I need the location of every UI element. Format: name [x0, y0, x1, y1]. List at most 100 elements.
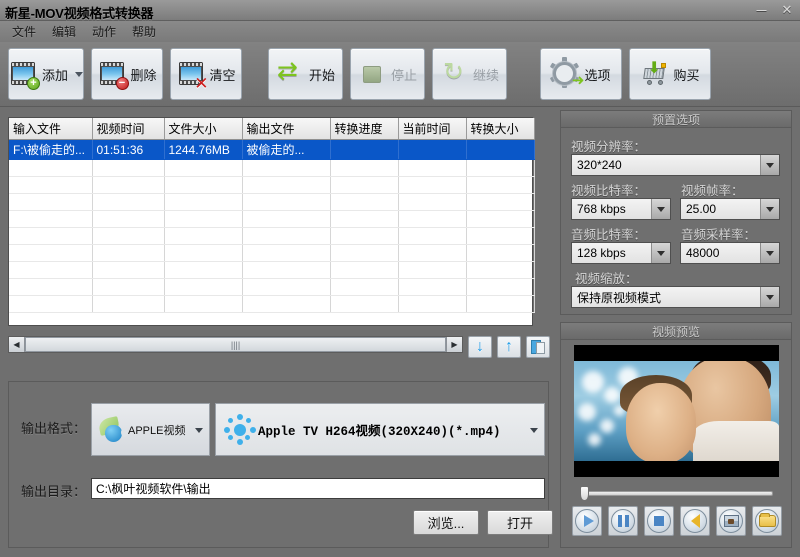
- pause-button[interactable]: [608, 506, 638, 536]
- table-row[interactable]: .: [9, 159, 535, 177]
- stop-button[interactable]: 停止: [350, 48, 425, 100]
- format-category-dropdown[interactable]: APPLE视频: [91, 403, 210, 456]
- file-list-scrollbar[interactable]: ◀ |||| ▶: [8, 336, 463, 353]
- stop-square-icon: [358, 59, 388, 89]
- menu-edit[interactable]: 编辑: [44, 21, 84, 42]
- column-header-current-time[interactable]: 当前时间: [398, 118, 467, 140]
- menu-file[interactable]: 文件: [4, 21, 44, 42]
- delete-button[interactable]: − 删除: [91, 48, 163, 100]
- close-icon[interactable]: ✕: [778, 2, 796, 18]
- column-header-output-file[interactable]: 输出文件: [242, 118, 331, 140]
- pause-icon: [611, 509, 635, 533]
- file-list-table: 输入文件 视频时间 文件大小 输出文件 转换进度 当前时间 转换大小 F:\被偷…: [9, 118, 535, 313]
- cell-output-file: 被偷走的...: [242, 139, 331, 160]
- table-row[interactable]: .: [9, 261, 535, 279]
- buy-button[interactable]: ⬇ 购买: [629, 48, 711, 100]
- volume-button[interactable]: [680, 506, 710, 536]
- file-list[interactable]: 输入文件 视频时间 文件大小 输出文件 转换进度 当前时间 转换大小 F:\被偷…: [8, 117, 535, 326]
- table-row[interactable]: .: [9, 193, 535, 211]
- minimize-button[interactable]: —: [752, 2, 770, 18]
- cell-video-time: 01:51:36: [92, 139, 165, 160]
- table-row[interactable]: F:\被偷走的... 01:51:36 1244.76MB 被偷走的...: [9, 139, 535, 160]
- chevron-down-icon[interactable]: [760, 199, 779, 219]
- chevron-down-icon[interactable]: [651, 199, 670, 219]
- move-up-button[interactable]: ↑: [497, 336, 521, 358]
- chevron-down-icon[interactable]: [760, 155, 779, 175]
- audio-bitrate-dropdown[interactable]: 128 kbps: [571, 242, 671, 264]
- move-down-button[interactable]: ↓: [468, 336, 492, 358]
- list-tool-buttons: ↓ ↑: [468, 336, 550, 358]
- chevron-down-icon[interactable]: [760, 243, 779, 263]
- shopping-cart-icon: ⬇: [640, 59, 670, 89]
- table-row[interactable]: .: [9, 176, 535, 194]
- column-header-converted-size[interactable]: 转换大小: [466, 118, 535, 140]
- scroll-right-icon[interactable]: ▶: [446, 337, 462, 352]
- stop-icon: [647, 509, 671, 533]
- arrow-down-icon: ↓: [476, 338, 484, 355]
- options-button[interactable]: ➜ 选项: [540, 48, 622, 100]
- continue-button[interactable]: ↻ 继续: [432, 48, 507, 100]
- column-header-input-file[interactable]: 输入文件: [9, 118, 93, 140]
- video-bitrate-dropdown[interactable]: 768 kbps: [571, 198, 671, 220]
- scrollbar-track[interactable]: ||||: [25, 337, 446, 352]
- table-row[interactable]: .: [9, 227, 535, 245]
- column-header-video-time[interactable]: 视频时间: [92, 118, 165, 140]
- chevron-down-icon[interactable]: [760, 287, 779, 307]
- menu-action[interactable]: 动作: [84, 21, 124, 42]
- open-folder-button[interactable]: [752, 506, 782, 536]
- apple-video-icon: [96, 415, 128, 444]
- browse-button[interactable]: 浏览...: [413, 510, 479, 535]
- menu-help[interactable]: 帮助: [124, 21, 164, 42]
- chevron-down-icon[interactable]: [530, 427, 538, 433]
- options-button-label: 选项: [584, 67, 611, 83]
- seek-thumb[interactable]: [580, 486, 589, 501]
- gear-icon: ➜: [550, 57, 584, 89]
- buy-button-label: 购买: [673, 67, 700, 83]
- video-scaling-value: 保持原视频模式: [577, 290, 662, 305]
- open-folder-button[interactable]: 打开: [487, 510, 553, 535]
- table-row[interactable]: .: [9, 295, 535, 313]
- column-header-file-size[interactable]: 文件大小: [164, 118, 243, 140]
- chevron-down-icon[interactable]: [75, 71, 84, 77]
- add-button[interactable]: + 添加: [8, 48, 84, 100]
- conversion-dots-icon: [222, 412, 258, 448]
- format-profile-dropdown[interactable]: Apple TV H264视频(320X240)(*.mp4): [215, 403, 545, 456]
- video-preview-panel: 视频预览: [560, 322, 792, 548]
- copy-button[interactable]: [526, 336, 550, 358]
- delete-button-label: 删除: [130, 67, 157, 83]
- chevron-down-icon[interactable]: [651, 243, 670, 263]
- start-button[interactable]: ⇄ 开始: [268, 48, 343, 100]
- chevron-down-icon[interactable]: [195, 427, 203, 433]
- stop-button[interactable]: [644, 506, 674, 536]
- format-profile-value: Apple TV H264视频(320X240)(*.mp4): [258, 425, 501, 439]
- sample-rate-dropdown[interactable]: 48000: [680, 242, 780, 264]
- table-row[interactable]: .: [9, 278, 535, 296]
- application-window: 新星-MOV视频格式转换器 — ✕ 文件 编辑 动作 帮助 + 添加 − 删除 …: [0, 0, 800, 557]
- output-directory-input[interactable]: [91, 478, 545, 499]
- scrollbar-thumb[interactable]: ||||: [25, 337, 446, 352]
- column-header-progress[interactable]: 转换进度: [330, 118, 399, 140]
- video-preview-frame[interactable]: [574, 345, 779, 477]
- continue-button-label: 继续: [473, 67, 500, 83]
- file-list-header-row: 输入文件 视频时间 文件大小 输出文件 转换进度 当前时间 转换大小: [9, 118, 535, 140]
- menu-bar: 文件 编辑 动作 帮助: [0, 21, 800, 42]
- table-row[interactable]: .: [9, 210, 535, 228]
- window-title: 新星-MOV视频格式转换器: [5, 6, 154, 21]
- video-seek-slider[interactable]: [574, 486, 779, 501]
- clear-button[interactable]: ✕ 清空: [170, 48, 242, 100]
- scroll-left-icon[interactable]: ◀: [9, 337, 25, 352]
- output-format-label: 输出格式：: [21, 421, 87, 436]
- video-bitrate-value: 768 kbps: [577, 202, 626, 216]
- play-button[interactable]: [572, 506, 602, 536]
- convert-arrows-icon: ⇄: [277, 57, 298, 85]
- cell-converted-size: [466, 139, 535, 160]
- seek-track[interactable]: [580, 491, 773, 496]
- speaker-icon: [683, 509, 707, 533]
- frame-rate-dropdown[interactable]: 25.00: [680, 198, 780, 220]
- video-scaling-dropdown[interactable]: 保持原视频模式: [571, 286, 780, 308]
- audio-bitrate-value: 128 kbps: [577, 246, 626, 260]
- snapshot-button[interactable]: [716, 506, 746, 536]
- table-row[interactable]: .: [9, 244, 535, 262]
- scrollbar-grip: ||||: [230, 339, 241, 350]
- resolution-dropdown[interactable]: 320*240: [571, 154, 780, 176]
